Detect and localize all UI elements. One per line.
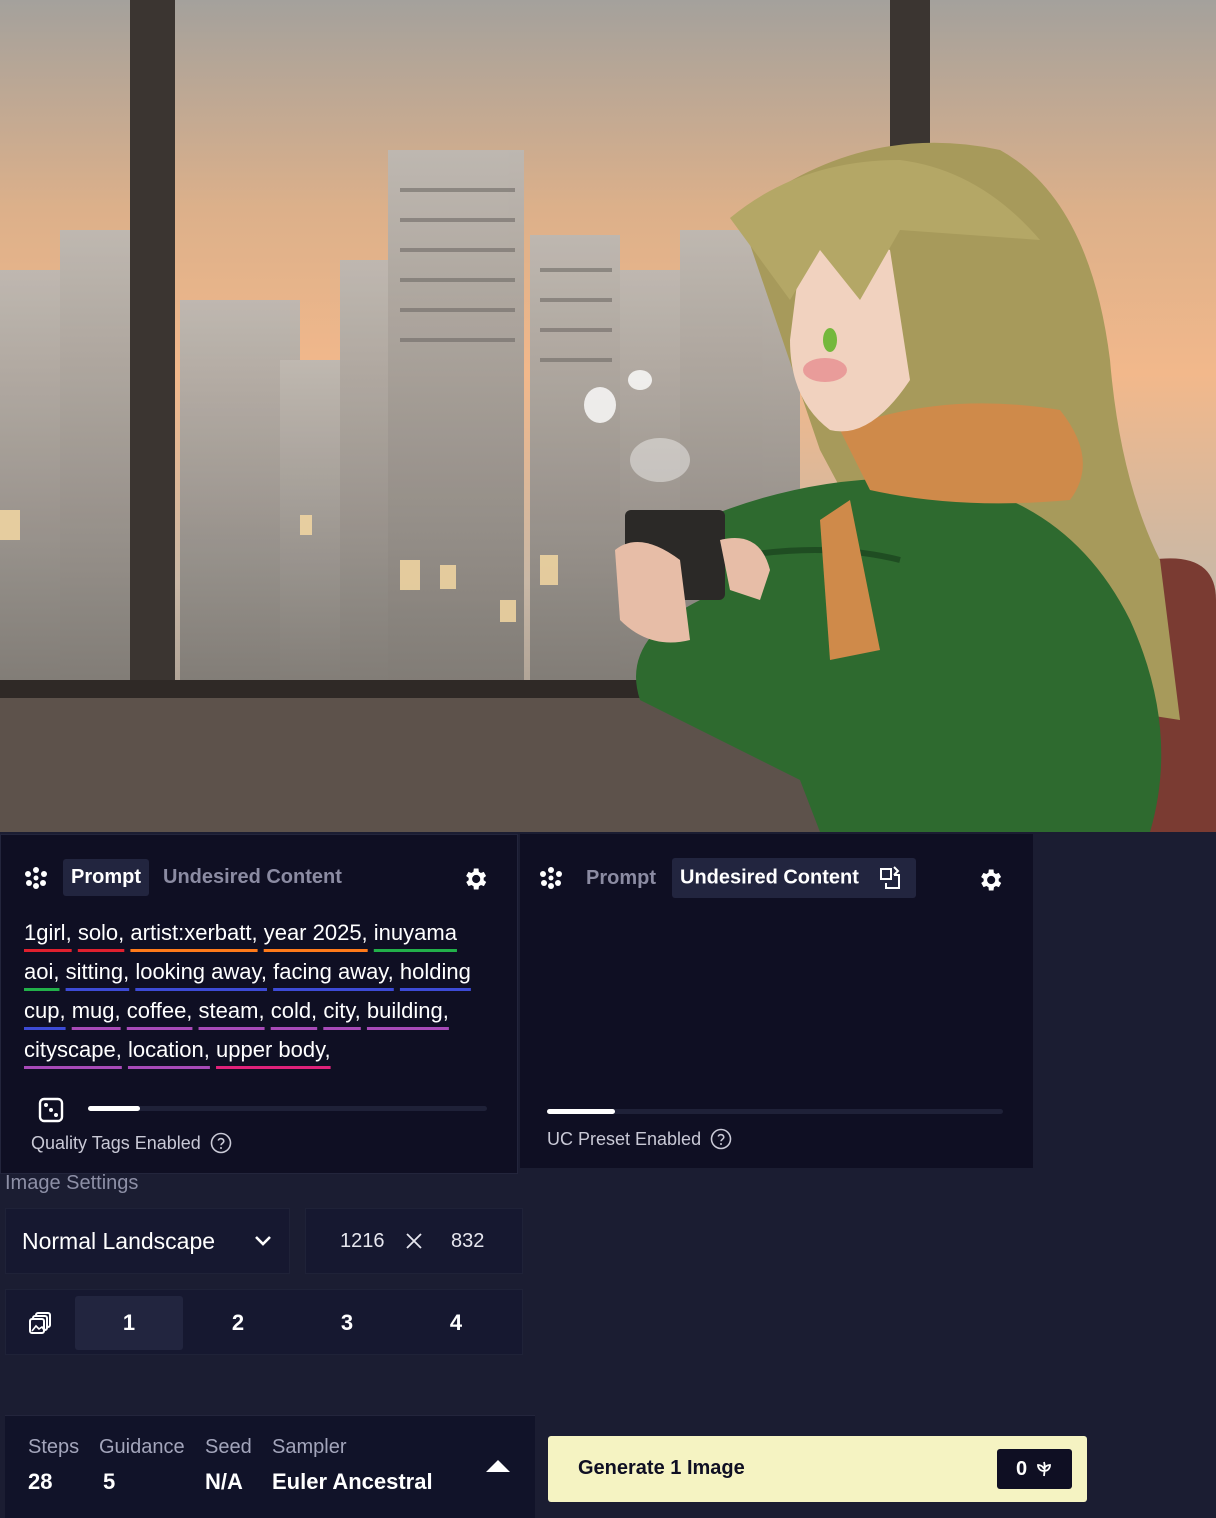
prompt-tag[interactable]: solo, [78, 920, 124, 945]
steps-label: Steps [28, 1436, 80, 1458]
images-icon [29, 1312, 51, 1334]
generate-button-label: Generate 1 Image [578, 1457, 745, 1479]
prompt-tag[interactable]: upper body, [216, 1037, 331, 1062]
quality-tags-label: Quality Tags Enabled [31, 1132, 201, 1153]
steps-param: Steps 28 [28, 1436, 79, 1495]
resolution-preset-select[interactable]: Normal Landscape [5, 1208, 290, 1274]
prompt-tag[interactable]: cold, [271, 998, 317, 1023]
prompt-tag[interactable]: coffee, [127, 998, 193, 1023]
prompt-tag[interactable]: sitting, [66, 959, 130, 984]
gear-icon[interactable] [976, 866, 1004, 894]
prompt-tag[interactable]: looking away, [135, 959, 267, 984]
help-circle-icon[interactable] [710, 1128, 732, 1150]
prompt-tag[interactable]: city, [323, 998, 360, 1023]
image-count-selector: 1 2 3 4 [5, 1289, 523, 1355]
anlas-cost-value: 0 [1015, 1457, 1028, 1480]
tab-prompt[interactable]: Prompt [63, 859, 149, 896]
prompt-tag[interactable]: building, [367, 998, 449, 1023]
width-input[interactable]: 1216 [340, 1230, 385, 1253]
prompt-strength-slider-fill [88, 1106, 140, 1111]
seed-label: Seed [205, 1436, 252, 1458]
sampler-param: Sampler Euler Ancestral [272, 1436, 433, 1495]
uc-panel-tabs: Prompt Undesired Content [538, 858, 922, 898]
seed-param: Seed N/A [205, 1436, 252, 1495]
image-count-1[interactable]: 1 [75, 1296, 183, 1350]
tab-prompt[interactable]: Prompt [578, 860, 664, 897]
sparkle-icon[interactable] [23, 865, 49, 891]
prompt-tag[interactable]: mug, [72, 998, 121, 1023]
sampler-value: Euler Ancestral [272, 1469, 433, 1494]
prompt-tag[interactable]: facing away, [273, 959, 394, 984]
prompt-tag[interactable]: cityscape, [24, 1037, 122, 1062]
guidance-label: Guidance [99, 1436, 185, 1458]
generation-params-bar[interactable]: Steps 28 Guidance 5 Seed N/A Sampler Eul… [5, 1415, 535, 1518]
image-count-2[interactable]: 2 [184, 1296, 292, 1350]
prompt-tag[interactable]: 1girl, [24, 920, 72, 945]
anlas-cost-badge: 0 [997, 1449, 1072, 1489]
undesired-content-panel: Prompt Undesired Content UC Preset Enabl… [520, 834, 1033, 1168]
uc-preset-toggle[interactable]: UC Preset Enabled [547, 1128, 732, 1150]
guidance-value: 5 [103, 1469, 116, 1494]
swap-icon[interactable] [878, 865, 902, 891]
sampler-label: Sampler [272, 1436, 347, 1458]
image-count-3[interactable]: 3 [293, 1296, 401, 1350]
prompt-strength-slider[interactable] [88, 1106, 487, 1111]
sparkle-icon[interactable] [538, 865, 564, 891]
dice-icon[interactable] [38, 1097, 64, 1123]
prompt-tag[interactable]: location, [128, 1037, 210, 1062]
generated-image[interactable] [0, 0, 1216, 832]
prompt-input[interactable]: 1girl, solo, artist:xerbatt, year 2025, … [24, 913, 496, 1069]
generate-button[interactable]: Generate 1 Image 0 [548, 1436, 1087, 1502]
prompt-tag[interactable]: artist:xerbatt, [130, 920, 257, 945]
gear-icon[interactable] [461, 865, 489, 893]
help-circle-icon[interactable] [210, 1132, 232, 1154]
steps-value: 28 [28, 1469, 53, 1494]
times-icon [406, 1233, 422, 1249]
resolution-preset-value: Normal Landscape [22, 1227, 216, 1254]
tab-undesired-content-label: Undesired Content [680, 866, 859, 889]
chevron-down-icon [255, 1236, 271, 1246]
dimensions-input: 1216 832 [305, 1208, 523, 1274]
image-count-4[interactable]: 4 [402, 1296, 510, 1350]
tab-undesired-content[interactable]: Undesired Content [155, 859, 350, 896]
height-input[interactable]: 832 [451, 1230, 484, 1253]
uc-preset-label: UC Preset Enabled [547, 1128, 702, 1149]
guidance-param: Guidance 5 [99, 1436, 185, 1495]
uc-strength-slider-fill [547, 1109, 616, 1114]
seed-value: N/A [205, 1469, 243, 1494]
quality-tags-toggle[interactable]: Quality Tags Enabled [31, 1132, 232, 1154]
prompt-panel-tabs: Prompt Undesired Content [23, 859, 356, 896]
caret-up-icon[interactable] [485, 1458, 511, 1474]
anlas-icon [1037, 1461, 1051, 1477]
prompt-tag[interactable]: steam, [199, 998, 265, 1023]
image-settings-label: Image Settings [5, 1172, 139, 1194]
uc-strength-slider[interactable] [547, 1109, 1003, 1114]
generated-image-illustration [0, 0, 1216, 832]
tab-undesired-content[interactable]: Undesired Content [672, 858, 917, 898]
prompt-tag[interactable]: year 2025, [264, 920, 368, 945]
prompt-panel: Prompt Undesired Content 1girl, solo, ar… [0, 834, 518, 1174]
